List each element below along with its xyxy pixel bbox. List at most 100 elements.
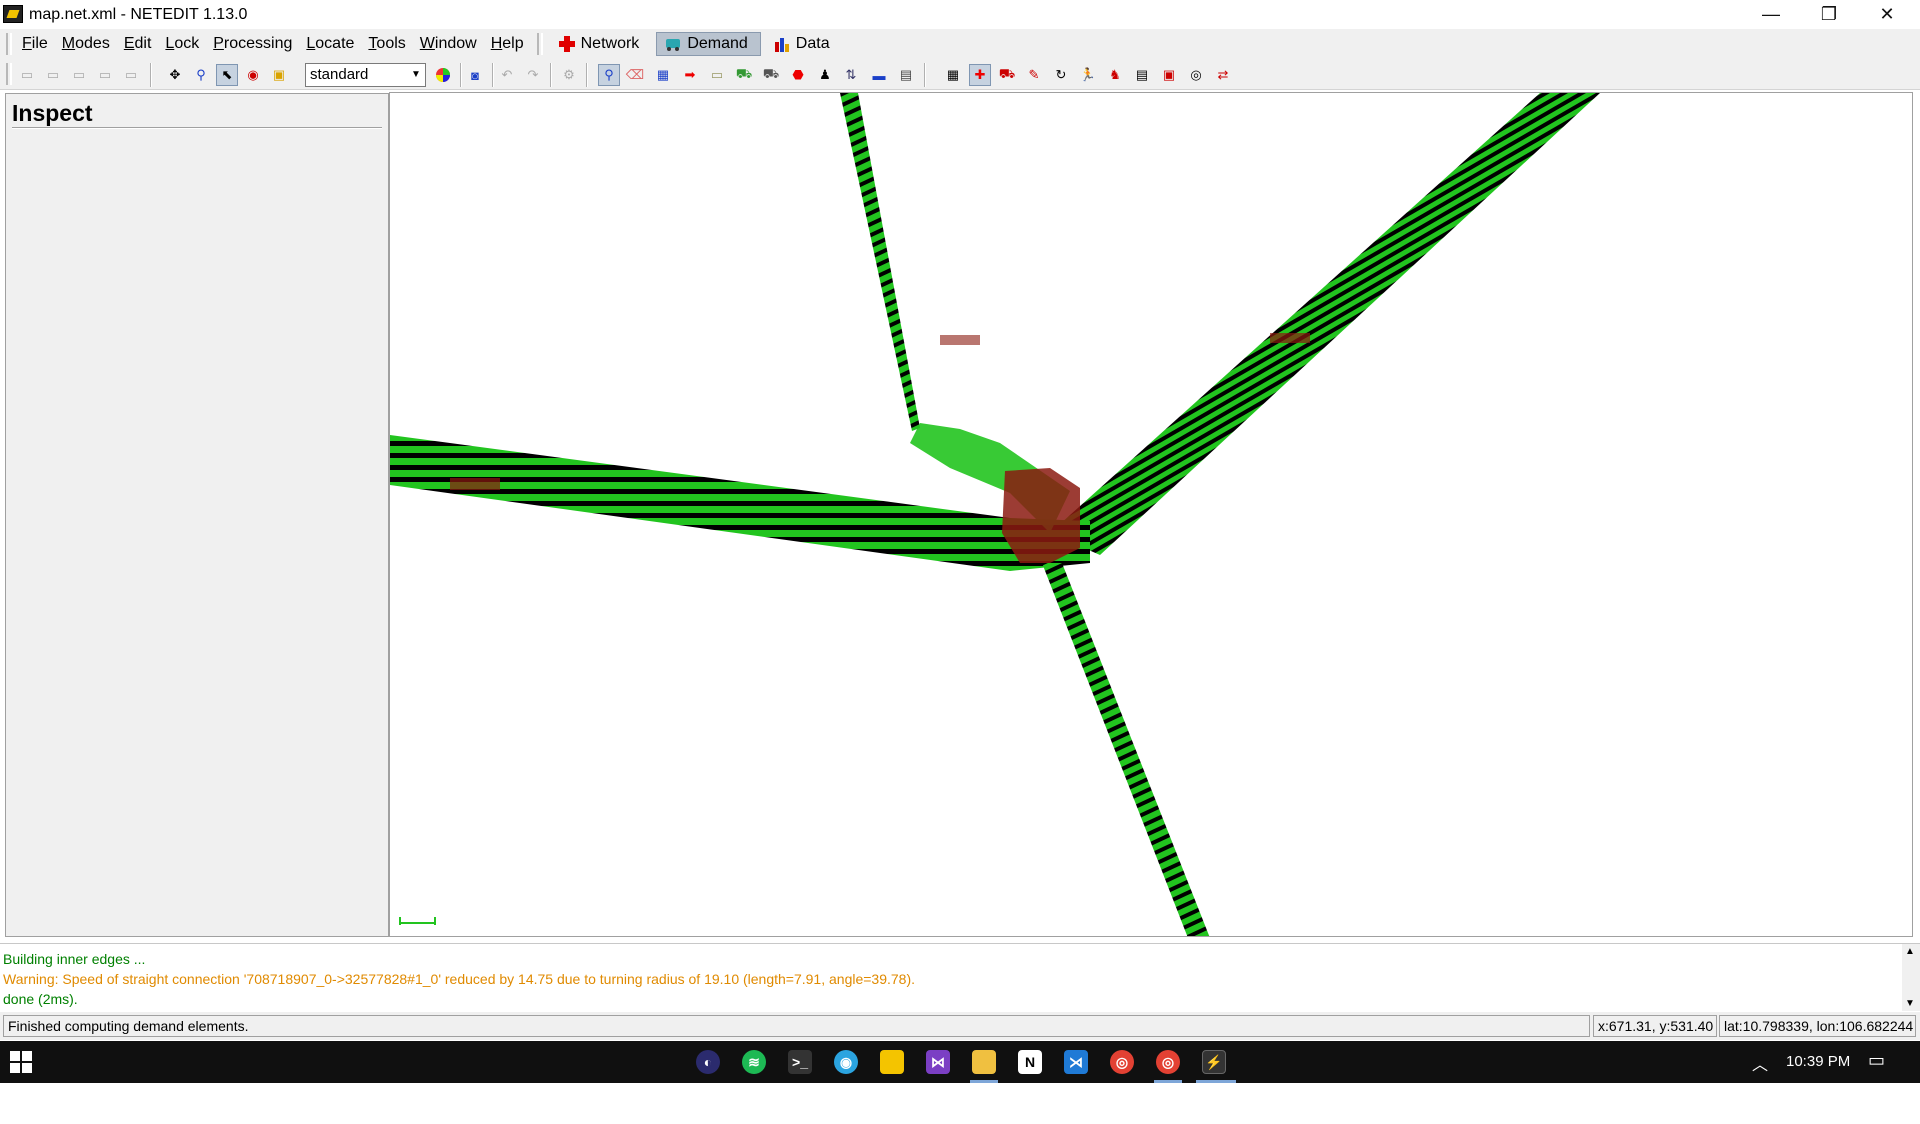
menu-lock[interactable]: Lock — [158, 29, 206, 58]
color-scheme-select[interactable]: standard ▼ — [305, 63, 426, 87]
hide-routes-icon[interactable]: ✎ — [1023, 64, 1045, 86]
junction-shapes-icon[interactable]: ✚ — [969, 64, 991, 86]
toolbar-separator — [550, 63, 552, 87]
hide-non-inspected-icon[interactable]: ◎ — [1185, 64, 1207, 86]
file-explorer-icon[interactable] — [972, 1050, 996, 1074]
redo-icon[interactable]: ↷ — [522, 64, 544, 86]
road-northeast — [1050, 93, 1600, 555]
vehicle-mode-icon[interactable]: ⛟ — [733, 64, 755, 86]
chat-app-icon[interactable]: ◉ — [834, 1050, 858, 1074]
screenshot-icon[interactable]: ◙ — [464, 64, 486, 86]
network-view[interactable] — [390, 93, 1913, 937]
show-vehicles-icon[interactable]: ⛟ — [996, 64, 1018, 86]
toolbar-separator — [492, 63, 494, 87]
supermode-data-button[interactable]: Data — [765, 32, 853, 56]
show-containers-icon[interactable]: ▤ — [1131, 64, 1153, 86]
screen-margin — [0, 1083, 1920, 1124]
menu-processing[interactable]: Processing — [206, 29, 299, 58]
restore-button[interactable]: ❐ — [1800, 0, 1858, 29]
lock-person-icon[interactable]: ♞ — [1104, 64, 1126, 86]
spotify-icon[interactable]: ≋ — [742, 1050, 766, 1074]
chevron-up-icon[interactable]: ︿ — [1752, 1051, 1768, 1075]
toolbar-grip — [6, 32, 12, 55]
toolbar-grip — [6, 63, 12, 85]
road-south — [1042, 563, 1210, 936]
vehicle-type-icon[interactable]: ⛟ — [760, 64, 782, 86]
junction-shape-small — [1270, 333, 1310, 343]
netedit-taskbar-icon[interactable]: ⚡ — [1202, 1050, 1226, 1074]
log-scrollbar[interactable]: ▲ ▼ — [1902, 944, 1920, 1011]
toolbar-grip — [536, 32, 543, 55]
menu-locate[interactable]: Locate — [299, 29, 361, 58]
menu-modes[interactable]: Modes — [55, 29, 117, 58]
menu-bar: File Modes Edit Lock Processing Locate T… — [0, 29, 1920, 58]
grid-toggle-icon[interactable]: ▦ — [942, 64, 964, 86]
title-divider — [12, 127, 382, 129]
close-button[interactable]: ✕ — [1858, 0, 1916, 29]
browser-icon[interactable]: ◐ — [696, 1050, 720, 1074]
move-mode-icon[interactable]: ➡ — [679, 64, 701, 86]
junction-shape — [1002, 468, 1080, 563]
action-center-icon[interactable]: ▭ — [1868, 1050, 1885, 1071]
title-bar: map.net.xml - NETEDIT 1.13.0 — ❐ ✕ — [0, 0, 1920, 29]
show-persons-icon[interactable]: 🏃 — [1077, 64, 1099, 86]
menu-help[interactable]: Help — [484, 29, 531, 58]
open-network-icon[interactable]: ▭ — [42, 64, 64, 86]
new-network-icon[interactable]: ▭ — [16, 64, 38, 86]
color-wheel-icon[interactable] — [432, 64, 454, 86]
route-mode-icon[interactable]: ▭ — [706, 64, 728, 86]
inspector-frame: Inspect — [5, 93, 389, 937]
container-mode-icon[interactable]: ▬ — [868, 64, 890, 86]
scroll-down-icon[interactable]: ▼ — [1905, 998, 1915, 1009]
undo-icon[interactable]: ↶ — [496, 64, 518, 86]
move-arrows-icon[interactable]: ✥ — [164, 64, 186, 86]
person-plan-icon[interactable]: ⇅ — [840, 64, 862, 86]
chrome-profile-icon[interactable]: ◎ — [1156, 1050, 1180, 1074]
chrome-icon[interactable]: ◎ — [1110, 1050, 1134, 1074]
show-trips-icon[interactable]: ↻ — [1050, 64, 1072, 86]
supermode-demand-button[interactable]: Demand — [656, 31, 761, 56]
taskbar-clock[interactable]: 10:39 PM — [1786, 1053, 1850, 1070]
visual-studio-icon[interactable]: ⋈ — [926, 1050, 950, 1074]
supermode-network-button[interactable]: Network — [550, 32, 653, 56]
tooltip-icon[interactable]: ▣ — [268, 64, 290, 86]
save-icon[interactable]: ▭ — [94, 64, 116, 86]
message-log[interactable]: Building inner edges ... Warning: Speed … — [0, 943, 1920, 1011]
vscode-icon[interactable]: ⋊ — [1064, 1050, 1088, 1074]
map-canvas[interactable] — [389, 92, 1913, 937]
menu-file[interactable]: File — [15, 29, 55, 58]
vehicle-demand-icon — [665, 36, 681, 52]
menu-window[interactable]: Window — [413, 29, 484, 58]
show-overlapped-routes-icon[interactable]: ⇄ — [1212, 64, 1234, 86]
save-all-icon[interactable]: ▭ — [120, 64, 142, 86]
menu-file-rest: ile — [31, 35, 48, 52]
menu-tools[interactable]: Tools — [361, 29, 412, 58]
toolbar-separator — [586, 63, 588, 87]
windows-start-icon[interactable] — [10, 1051, 32, 1078]
minimize-button[interactable]: — — [1742, 0, 1800, 29]
road-north — [840, 93, 920, 431]
cursor-latlon-readout: lat:10.798339, lon:106.682244 — [1719, 1015, 1916, 1037]
inspect-mode-icon[interactable]: ⚲ — [598, 64, 620, 86]
reload-icon[interactable]: ▭ — [68, 64, 90, 86]
compute-icon[interactable]: ⚙ — [558, 64, 580, 86]
lock-container-icon[interactable]: ▣ — [1158, 64, 1180, 86]
sticky-notes-icon[interactable] — [880, 1050, 904, 1074]
junction-shape-small — [940, 335, 980, 345]
zoom-icon[interactable]: ⚲ — [190, 64, 212, 86]
delete-mode-icon[interactable]: ⌫ — [624, 64, 646, 86]
netedit-app-icon — [3, 5, 23, 23]
person-mode-icon[interactable]: ♟ — [814, 64, 836, 86]
junction-shape-small — [450, 478, 500, 490]
terminal-icon[interactable]: >_ — [788, 1050, 812, 1074]
stop-mode-icon[interactable]: ⬣ — [787, 64, 809, 86]
red-cross-icon — [558, 35, 575, 52]
scroll-up-icon[interactable]: ▲ — [1905, 946, 1915, 957]
container-plan-icon[interactable]: ▤ — [895, 64, 917, 86]
select-pointer-icon[interactable]: ⬉ — [216, 64, 238, 86]
status-message: Finished computing demand elements. — [3, 1015, 1590, 1037]
select-mode-icon[interactable]: ▦ — [652, 64, 674, 86]
notion-icon[interactable]: N — [1018, 1050, 1042, 1074]
menu-edit[interactable]: Edit — [117, 29, 159, 58]
locate-icon[interactable]: ◉ — [242, 64, 264, 86]
